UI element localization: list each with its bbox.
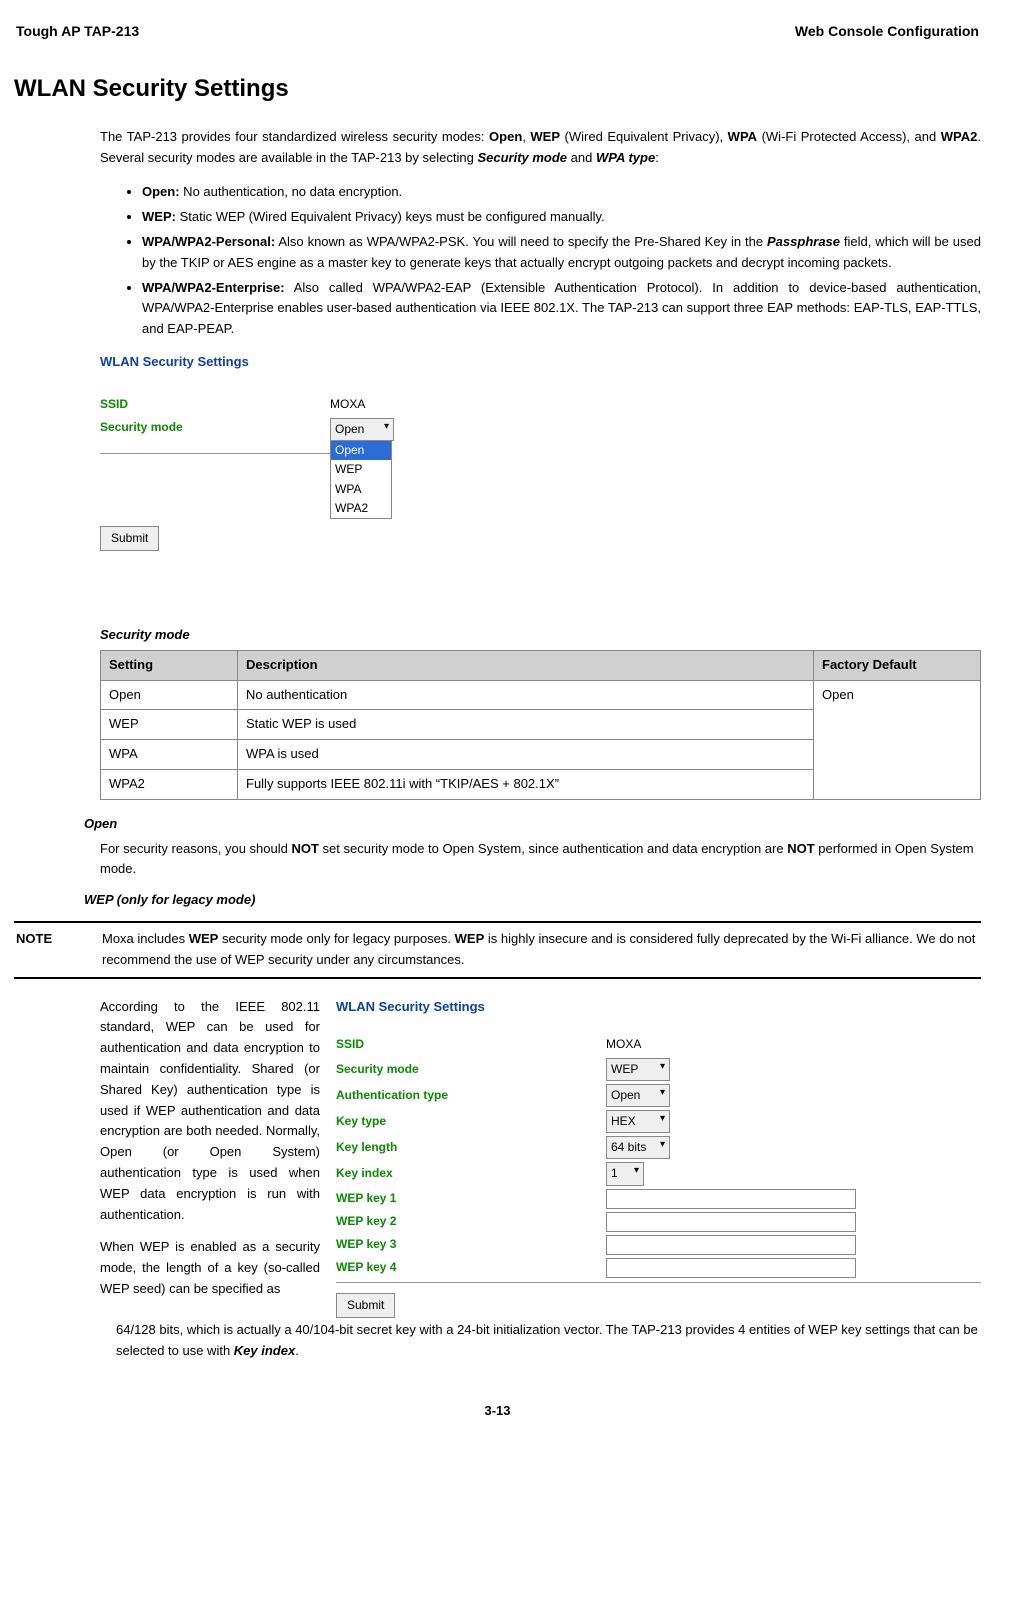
bullet-open: Open: No authentication, no data encrypt… (142, 182, 981, 203)
ss1-dropdown-wpa[interactable]: WPA (331, 480, 391, 499)
wep-subheading: WEP (only for legacy mode) (84, 890, 981, 911)
ss1-ssid-value: MOXA (330, 395, 440, 414)
ss2-key2-label: WEP key 2 (336, 1212, 606, 1231)
td-wpa-desc: WPA is used (238, 740, 814, 770)
screenshot-wlan-open: WLAN Security Settings SSID MOXA Securit… (100, 352, 440, 607)
security-mode-heading: Security mode (100, 625, 981, 646)
ss2-ssid-value: MOXA (606, 1035, 641, 1054)
th-default: Factory Default (814, 650, 981, 680)
open-paragraph: For security reasons, you should NOT set… (100, 839, 981, 881)
th-setting: Setting (101, 650, 238, 680)
td-wep-desc: Static WEP is used (238, 710, 814, 740)
ss2-key1-label: WEP key 1 (336, 1189, 606, 1208)
page-header: Tough AP TAP-213 Web Console Configurati… (14, 20, 981, 42)
bullet-wpa-enterprise: WPA/WPA2-Enterprise: Also called WPA/WPA… (142, 278, 981, 340)
ss1-submit-button[interactable]: Submit (100, 526, 159, 551)
ss1-dropdown-wpa2[interactable]: WPA2 (331, 499, 391, 518)
ss1-dropdown-open[interactable]: Open (331, 441, 391, 460)
ss1-ssid-label: SSID (100, 395, 330, 414)
td-wpa2-setting: WPA2 (101, 770, 238, 800)
td-open-desc: No authentication (238, 680, 814, 710)
td-default: Open (814, 680, 981, 799)
note-block: NOTE Moxa includes WEP security mode onl… (14, 921, 981, 979)
security-mode-table: Setting Description Factory Default Open… (100, 650, 981, 800)
ss2-keylength-label: Key length (336, 1138, 606, 1157)
note-label: NOTE (14, 929, 102, 971)
ss2-submit-button[interactable]: Submit (336, 1293, 395, 1318)
ss1-dropdown-wep[interactable]: WEP (331, 460, 391, 479)
ss2-key3-label: WEP key 3 (336, 1235, 606, 1254)
ss2-secmode-select[interactable]: WEP (606, 1058, 670, 1081)
wep-para-1: According to the IEEE 802.11 standard, W… (100, 997, 320, 1226)
wep-para-2: When WEP is enabled as a security mode, … (100, 1237, 320, 1299)
td-open-setting: Open (101, 680, 238, 710)
ss2-key4-label: WEP key 4 (336, 1258, 606, 1277)
ss2-key4-input[interactable] (606, 1258, 856, 1278)
bullet-wpa-personal: WPA/WPA2-Personal: Also known as WPA/WPA… (142, 232, 981, 274)
section-title: WLAN Security Settings (14, 70, 981, 108)
ss2-ssid-label: SSID (336, 1035, 606, 1054)
ss2-keytype-label: Key type (336, 1112, 606, 1131)
td-wep-setting: WEP (101, 710, 238, 740)
th-description: Description (238, 650, 814, 680)
wep-description: According to the IEEE 802.11 standard, W… (100, 997, 320, 1318)
ss2-key1-input[interactable] (606, 1189, 856, 1209)
header-right: Web Console Configuration (795, 20, 979, 42)
ss1-title: WLAN Security Settings (100, 352, 440, 373)
ss1-dropdown[interactable]: Open WEP WPA WPA2 (330, 440, 392, 519)
ss2-authtype-label: Authentication type (336, 1086, 606, 1105)
bullet-wep: WEP: Static WEP (Wired Equivalent Privac… (142, 207, 981, 228)
page-number: 3-13 (14, 1401, 981, 1422)
ss1-secmode-label: Security mode (100, 418, 330, 437)
ss2-authtype-select[interactable]: Open (606, 1084, 670, 1107)
td-wpa2-desc: Fully supports IEEE 802.11i with “TKIP/A… (238, 770, 814, 800)
td-wpa-setting: WPA (101, 740, 238, 770)
ss2-keyindex-label: Key index (336, 1164, 606, 1183)
screenshot-wlan-wep: WLAN Security Settings SSIDMOXA Security… (336, 997, 981, 1318)
ss2-keytype-select[interactable]: HEX (606, 1110, 670, 1133)
open-subheading: Open (84, 814, 981, 835)
ss1-secmode-select[interactable]: Open (330, 418, 394, 441)
wep-continuation: 64/128 bits, which is actually a 40/104-… (116, 1320, 981, 1362)
ss2-key3-input[interactable] (606, 1235, 856, 1255)
ss2-keyindex-select[interactable]: 1 (606, 1162, 644, 1185)
ss2-title: WLAN Security Settings (336, 997, 981, 1018)
header-left: Tough AP TAP-213 (16, 20, 139, 42)
ss2-key2-input[interactable] (606, 1212, 856, 1232)
bullet-list: Open: No authentication, no data encrypt… (100, 182, 981, 340)
ss2-secmode-label: Security mode (336, 1060, 606, 1079)
intro-paragraph: The TAP-213 provides four standardized w… (100, 127, 981, 169)
note-text: Moxa includes WEP security mode only for… (102, 929, 981, 971)
ss2-keylength-select[interactable]: 64 bits (606, 1136, 670, 1159)
